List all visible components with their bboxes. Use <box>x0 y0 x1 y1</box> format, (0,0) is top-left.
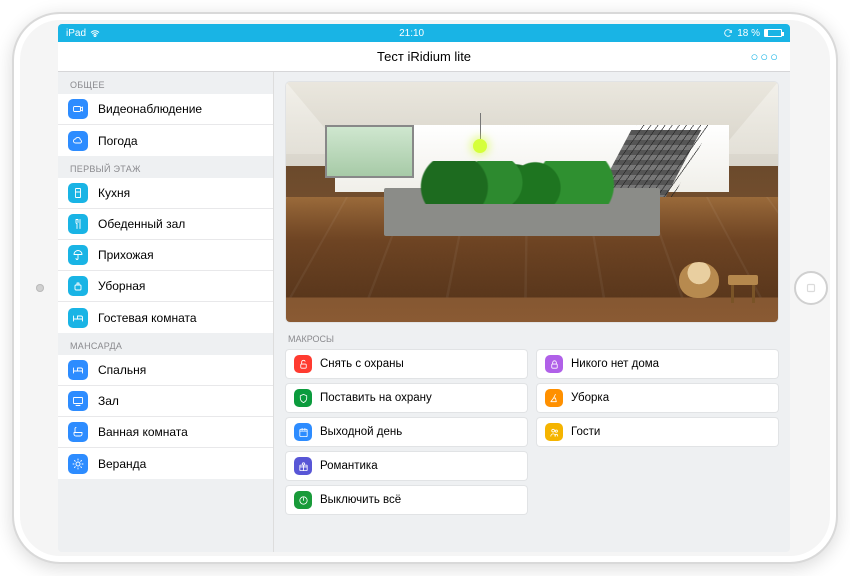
refresh-icon <box>723 28 733 38</box>
sidebar-item[interactable]: Погода <box>58 125 273 156</box>
bed-icon <box>68 360 88 380</box>
more-button[interactable]: ○○○ <box>750 49 780 64</box>
sidebar-item[interactable]: Ванная комната <box>58 417 273 448</box>
macro-label: Выключить всё <box>320 494 401 506</box>
sidebar-item[interactable]: Прихожая <box>58 240 273 271</box>
macro-label: Никого нет дома <box>571 358 659 370</box>
macro-item[interactable]: Поставить на охрану <box>286 384 527 412</box>
macro-label: Выходной день <box>320 426 402 438</box>
device-label: iPad <box>66 28 86 39</box>
macro-item[interactable]: Выключить всё <box>286 486 527 514</box>
calendar-icon <box>294 423 312 441</box>
fridge-icon <box>68 183 88 203</box>
sidebar-item-label: Кухня <box>98 186 130 200</box>
sidebar-item[interactable]: Обеденный зал <box>58 209 273 240</box>
macros-grid: Снять с охраны Поставить на охрану Выходно… <box>286 350 778 514</box>
macro-label: Поставить на охрану <box>320 392 432 404</box>
camera-icon <box>68 99 88 119</box>
status-bar: iPad 21:10 18 % <box>58 24 790 42</box>
sidebar-item[interactable]: Кухня <box>58 178 273 209</box>
section-header: МАНСАРДА <box>58 333 273 355</box>
section-header: ОБЩЕЕ <box>58 72 273 94</box>
content: ОБЩЕЕ Видеонаблюдение Погода ПЕРВЫЙ ЭТАЖ Кух… <box>58 72 790 552</box>
broom-icon <box>545 389 563 407</box>
room-image <box>286 82 778 322</box>
gift-icon <box>294 457 312 475</box>
battery-label: 18 % <box>737 28 760 39</box>
camera-dot <box>36 284 44 292</box>
sidebar-item-label: Ванная комната <box>98 425 188 439</box>
macro-item[interactable]: Никого нет дома <box>537 350 778 378</box>
people-icon <box>545 423 563 441</box>
wifi-icon <box>90 29 100 37</box>
shield-icon <box>294 389 312 407</box>
section-header: ПЕРВЫЙ ЭТАЖ <box>58 156 273 178</box>
sidebar-item-label: Зал <box>98 394 119 408</box>
macro-item[interactable]: Снять с охраны <box>286 350 527 378</box>
navbar: Тест iRidium lite ○○○ <box>58 42 790 72</box>
sidebar-item[interactable]: Видеонаблюдение <box>58 94 273 125</box>
sidebar-item-label: Гостевая комната <box>98 311 197 325</box>
soap-icon <box>68 276 88 296</box>
sidebar-item-label: Спальня <box>98 363 146 377</box>
cloud-icon <box>68 131 88 151</box>
lock-icon <box>545 355 563 373</box>
clock: 21:10 <box>100 28 723 39</box>
lock-open-icon <box>294 355 312 373</box>
macro-item[interactable]: Выходной день <box>286 418 527 446</box>
page-title: Тест iRidium lite <box>377 49 471 64</box>
sidebar-item[interactable]: Веранда <box>58 448 273 479</box>
bed-icon <box>68 308 88 328</box>
macro-item[interactable]: Уборка <box>537 384 778 412</box>
sidebar-item-label: Обеденный зал <box>98 217 185 231</box>
macro-item[interactable]: Гости <box>537 418 778 446</box>
sidebar-item-label: Прихожая <box>98 248 154 262</box>
bath-icon <box>68 422 88 442</box>
sidebar-item-label: Видеонаблюдение <box>98 102 202 116</box>
macro-item[interactable]: Романтика <box>286 452 527 480</box>
fork-icon <box>68 214 88 234</box>
macro-label: Романтика <box>320 460 378 472</box>
umbrella-icon <box>68 245 88 265</box>
battery-icon <box>764 29 782 37</box>
main-panel[interactable]: МАКРОСЫ Снять с охраны Поставить на охран… <box>274 72 790 552</box>
sidebar-item[interactable]: Уборная <box>58 271 273 302</box>
macro-label: Уборка <box>571 392 609 404</box>
sidebar-item-label: Погода <box>98 134 138 148</box>
sidebar-item[interactable]: Зал <box>58 386 273 417</box>
macro-label: Снять с охраны <box>320 358 404 370</box>
home-button[interactable] <box>794 271 828 305</box>
macro-label: Гости <box>571 426 600 438</box>
power-icon <box>294 491 312 509</box>
sidebar-item-label: Уборная <box>98 279 145 293</box>
tv-icon <box>68 391 88 411</box>
screen: iPad 21:10 18 % Тест iRidium lite ○○○ ОБ… <box>58 24 790 552</box>
macros-header: МАКРОСЫ <box>286 322 778 350</box>
sidebar-item-label: Веранда <box>98 457 146 471</box>
sidebar-item[interactable]: Спальня <box>58 355 273 386</box>
sun-icon <box>68 454 88 474</box>
sidebar-item[interactable]: Гостевая комната <box>58 302 273 333</box>
tablet-frame: iPad 21:10 18 % Тест iRidium lite ○○○ ОБ… <box>12 12 838 564</box>
sidebar[interactable]: ОБЩЕЕ Видеонаблюдение Погода ПЕРВЫЙ ЭТАЖ Кух… <box>58 72 274 552</box>
